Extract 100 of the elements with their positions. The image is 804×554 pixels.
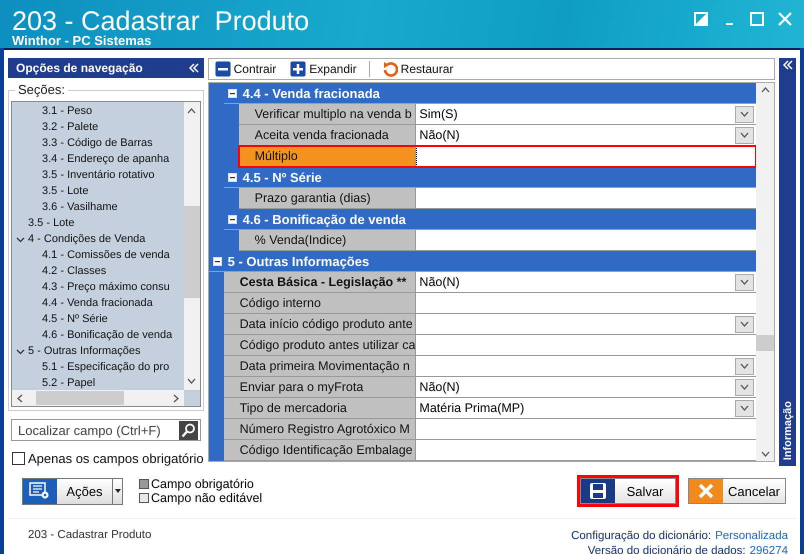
chevron-down-icon[interactable] bbox=[187, 378, 196, 384]
legend-label: Campo obrigatório bbox=[151, 477, 254, 491]
chevron-down-icon[interactable] bbox=[760, 451, 770, 457]
sections-label: Seções: bbox=[15, 82, 68, 98]
tree-item[interactable]: 3.6 - Vasilhame bbox=[42, 201, 118, 214]
dropdown-button[interactable] bbox=[735, 274, 754, 290]
chevron-down-icon[interactable] bbox=[740, 111, 750, 117]
vertical-scrollbar[interactable] bbox=[756, 83, 774, 461]
scrollbar-thumb[interactable] bbox=[36, 391, 124, 406]
collapse-box-icon[interactable] bbox=[228, 172, 237, 182]
field-value[interactable]: Matéria Prima(MP) bbox=[416, 398, 756, 419]
dropdown-button[interactable] bbox=[735, 106, 754, 122]
field-label: Enviar para o myFrota bbox=[224, 377, 416, 398]
scrollbar-thumb[interactable] bbox=[184, 206, 200, 298]
field-value[interactable] bbox=[416, 356, 756, 377]
field-label: Cesta Básica - Legislação ** bbox=[224, 272, 416, 293]
status-value: Personalizada bbox=[715, 529, 788, 544]
tree-item[interactable]: 5 - Outras Informações bbox=[28, 345, 140, 358]
tree-item[interactable]: 4 - Condições de Venda bbox=[28, 233, 146, 246]
tree-item[interactable]: 3.4 - Endereço de apanha bbox=[42, 153, 170, 166]
tree-item[interactable]: 3.5 - Lote bbox=[42, 185, 88, 198]
section-title: 4.4 - Venda fracionada bbox=[242, 86, 380, 100]
field-value-text: Matéria Prima(MP) bbox=[419, 401, 524, 415]
chevron-down-icon[interactable] bbox=[740, 405, 750, 411]
chevron-down-icon[interactable] bbox=[740, 363, 750, 369]
tree-item[interactable]: 3.2 - Palete bbox=[42, 121, 98, 134]
tree-item[interactable]: 4.2 - Classes bbox=[42, 265, 106, 278]
tree-item[interactable]: 4.4 - Venda fracionada bbox=[42, 297, 153, 310]
expanded-chevron-icon[interactable] bbox=[16, 346, 25, 356]
field-value[interactable] bbox=[416, 314, 756, 335]
field-value-text: Sim(S) bbox=[419, 107, 458, 121]
chevron-down-icon[interactable] bbox=[740, 132, 750, 138]
field-value[interactable]: Não(N) bbox=[416, 272, 756, 293]
field-label: Data início código produto ante bbox=[224, 314, 416, 335]
collapse-box-icon[interactable] bbox=[228, 88, 237, 98]
scroll-up-icon[interactable] bbox=[187, 108, 196, 114]
chevron-down-icon[interactable] bbox=[740, 384, 750, 390]
save-button[interactable]: Salvar bbox=[580, 478, 676, 504]
field-label: % Venda(Indice) bbox=[238, 230, 416, 251]
maximize-icon[interactable] bbox=[750, 12, 764, 26]
collapse-chevron-icon[interactable] bbox=[188, 63, 200, 74]
legend-swatch bbox=[139, 493, 149, 503]
tree-item[interactable]: 4.3 - Preço máximo consu bbox=[42, 281, 170, 294]
minus-icon bbox=[214, 61, 231, 77]
scroll-right-icon[interactable] bbox=[172, 394, 179, 403]
tree-item[interactable]: 4.5 - Nº Série bbox=[42, 313, 108, 326]
field-value-text: Não(N) bbox=[419, 275, 460, 289]
section-header[interactable]: 5 - Outras Informações bbox=[208, 251, 756, 272]
expanded-chevron-icon[interactable] bbox=[16, 234, 25, 244]
chevron-down-icon[interactable] bbox=[740, 279, 750, 285]
search-icon[interactable] bbox=[178, 420, 198, 440]
legend-swatch bbox=[139, 479, 149, 489]
scroll-up-icon[interactable] bbox=[760, 87, 770, 93]
tree-item[interactable]: 4.1 - Comissões de venda bbox=[42, 249, 170, 262]
info-panel[interactable]: Informação bbox=[779, 58, 796, 466]
dropdown-button[interactable] bbox=[735, 400, 754, 416]
field-label: Código Identificação Embalage bbox=[224, 440, 416, 461]
field-value[interactable] bbox=[416, 335, 756, 356]
toolbar-button[interactable]: Contrair bbox=[212, 61, 278, 77]
tree-item[interactable]: 3.3 - Código de Barras bbox=[42, 137, 153, 150]
collapse-box-icon[interactable] bbox=[212, 256, 222, 266]
tree-item[interactable]: 5.2 - Papel bbox=[42, 377, 96, 390]
field-value[interactable]: Sim(S) bbox=[416, 104, 756, 125]
vertical-scrollbar[interactable] bbox=[184, 102, 200, 390]
scroll-left-icon[interactable] bbox=[17, 394, 23, 403]
toolbar-button[interactable]: Expandir bbox=[288, 61, 359, 77]
section-header[interactable]: 4.4 - Venda fracionada bbox=[224, 83, 756, 104]
chevron-down-icon[interactable] bbox=[740, 321, 750, 327]
list-gear-icon bbox=[29, 482, 51, 500]
status-value: 296274 bbox=[750, 544, 788, 554]
tree-item[interactable]: 3.5 - Lote bbox=[28, 217, 74, 230]
restore-window-icon[interactable] bbox=[694, 12, 708, 26]
caret-icon bbox=[114, 489, 120, 493]
x-icon bbox=[697, 482, 715, 500]
info-panel-title: Informação bbox=[782, 400, 794, 460]
tree-item[interactable]: 4.6 - Bonificação de venda bbox=[42, 329, 172, 342]
section-header[interactable]: 4.6 - Bonificação de venda bbox=[224, 209, 756, 230]
collapse-chevron-icon[interactable] bbox=[782, 60, 794, 70]
dropdown-button[interactable] bbox=[735, 316, 754, 332]
section-header[interactable]: 4.5 - Nº Série bbox=[224, 167, 756, 188]
horizontal-scrollbar[interactable] bbox=[12, 390, 184, 406]
scrollbar-thumb[interactable] bbox=[756, 335, 774, 351]
checkbox[interactable] bbox=[12, 452, 25, 465]
tree-item[interactable]: 5.1 - Especificação do pro bbox=[42, 361, 170, 374]
field-value[interactable]: Não(N) bbox=[416, 377, 756, 398]
dropdown-button[interactable] bbox=[735, 378, 754, 396]
field-label: Aceita venda fracionada bbox=[238, 125, 416, 146]
toolbar-button[interactable]: Restaurar bbox=[380, 61, 456, 77]
section-title: 4.6 - Bonificação de venda bbox=[242, 212, 406, 226]
section-title: 4.5 - Nº Série bbox=[242, 170, 322, 184]
cancel-button[interactable]: Cancelar bbox=[688, 478, 786, 504]
search-field[interactable]: Localizar campo (Ctrl+F) bbox=[11, 419, 201, 441]
collapse-box-icon[interactable] bbox=[228, 214, 237, 224]
dropdown-button[interactable] bbox=[735, 358, 754, 374]
dropdown-button[interactable] bbox=[735, 126, 754, 144]
field-value-text: Não(N) bbox=[419, 380, 460, 394]
field-label: Número Registro Agrotóxico M bbox=[224, 419, 416, 440]
tree-item[interactable]: 3.5 - Inventário rotativo bbox=[42, 169, 155, 182]
tree-item[interactable]: 3.1 - Peso bbox=[42, 105, 92, 118]
actions-button[interactable]: Ações bbox=[22, 478, 123, 504]
